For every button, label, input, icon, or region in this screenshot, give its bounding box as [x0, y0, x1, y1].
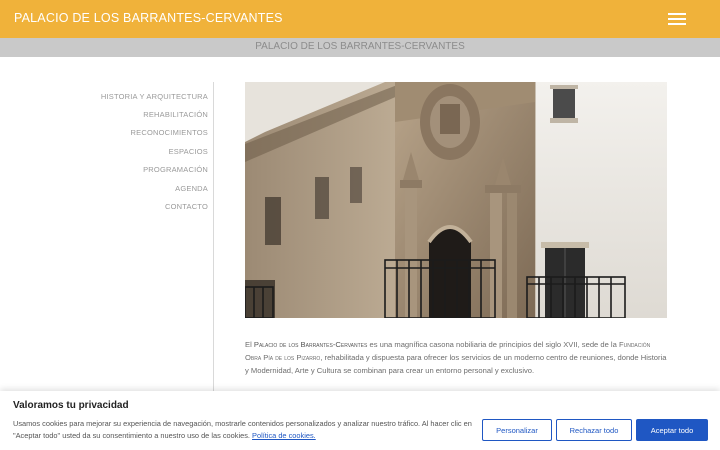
intro-prefix: El — [245, 340, 254, 349]
palace-photo — [245, 82, 667, 318]
sidebar-item-rehabilitacion[interactable]: REHABILITACIÓN — [143, 110, 208, 119]
sidebar-item-contacto[interactable]: CONTACTO — [165, 202, 208, 211]
intro-text-1: es una magnífica casona nobiliaria de pr… — [367, 340, 619, 349]
cookie-title: Valoramos tu privacidad — [13, 400, 129, 411]
cookie-policy-link[interactable]: Política de cookies. — [252, 431, 316, 440]
customize-button[interactable]: Personalizar — [482, 419, 552, 441]
menu-bar — [668, 13, 686, 15]
page-title-bar: PALACIO DE LOS BARRANTES-CERVANTES — [0, 38, 720, 57]
palace-name: Palacio de los Barrantes-Cervantes — [253, 340, 368, 349]
cookie-text: Usamos cookies para mejorar su experienc… — [13, 418, 473, 442]
sidebar-item-reconocimientos[interactable]: RECONOCIMIENTOS — [131, 128, 208, 137]
intro-paragraph: El Palacio de los Barrantes-Cervantes es… — [245, 338, 667, 377]
sidebar-nav: HISTORIA Y ARQUITECTURA REHABILITACIÓN R… — [0, 82, 214, 402]
accept-all-button[interactable]: Aceptar todo — [636, 419, 708, 441]
sidebar-item-agenda[interactable]: AGENDA — [175, 184, 208, 193]
page-title: PALACIO DE LOS BARRANTES-CERVANTES — [255, 41, 465, 52]
site-title[interactable]: PALACIO DE LOS BARRANTES-CERVANTES — [14, 11, 283, 25]
menu-bar — [668, 18, 686, 20]
palace-facade-image — [245, 82, 667, 318]
reject-all-button[interactable]: Rechazar todo — [556, 419, 632, 441]
sidebar-item-espacios[interactable]: ESPACIOS — [169, 147, 208, 156]
cookie-description: Usamos cookies para mejorar su experienc… — [13, 419, 472, 440]
sidebar-item-historia[interactable]: HISTORIA Y ARQUITECTURA — [101, 92, 208, 101]
sidebar-item-programacion[interactable]: PROGRAMACIÓN — [143, 165, 208, 174]
top-header: PALACIO DE LOS BARRANTES-CERVANTES — [0, 0, 720, 38]
hamburger-menu-icon[interactable] — [668, 12, 686, 26]
menu-bar — [668, 23, 686, 25]
